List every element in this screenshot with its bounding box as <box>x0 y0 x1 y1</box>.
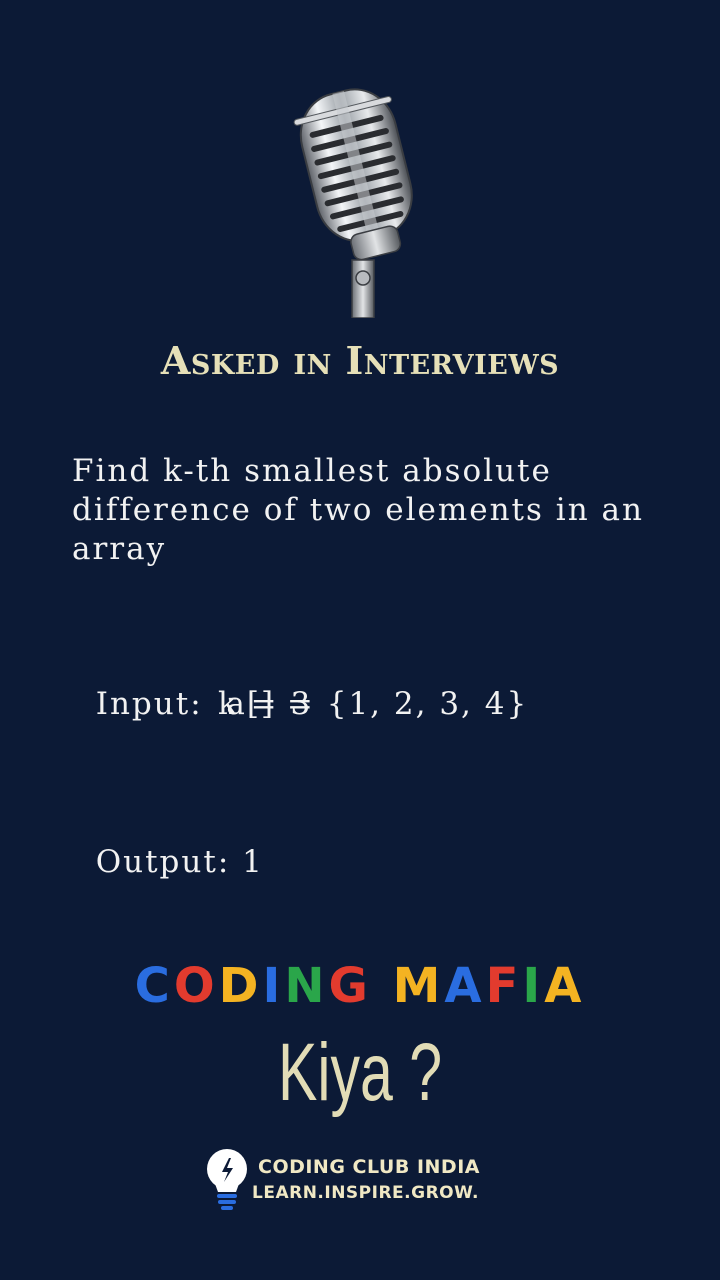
brand-letter: F <box>485 958 523 1014</box>
output-value: 1 <box>242 844 264 880</box>
brand-letter: A <box>544 958 586 1014</box>
brand-letter: A <box>444 958 486 1014</box>
input-k: k = 3 <box>218 686 313 722</box>
club-name: CODING CLUB INDIA <box>258 1156 480 1178</box>
lightbulb-icon <box>207 1149 247 1210</box>
brand-title: CODING MAFIA <box>0 958 720 1014</box>
brand-letter: C <box>134 958 174 1014</box>
input-label: Input: <box>95 686 203 722</box>
output-label: Output: <box>95 844 231 880</box>
question-text: Find k-th smallest absolute difference o… <box>72 453 644 567</box>
brand-letter: I <box>522 958 545 1014</box>
brand-letter: N <box>284 958 329 1014</box>
brand-letter: G <box>328 958 372 1014</box>
brand-letter: I <box>262 958 285 1014</box>
brand-letter: D <box>218 958 263 1014</box>
club-logo: CODING CLUB INDIA LEARN.INSPIRE.GROW. <box>204 1148 524 1210</box>
club-motto: LEARN.INSPIRE.GROW. <box>252 1183 479 1203</box>
tagline: Kiya ? <box>277 1027 443 1118</box>
brand-letter <box>372 958 393 1014</box>
page-heading: Asked in Interviews <box>160 338 560 383</box>
brand-letter: M <box>392 958 445 1014</box>
output-block: Output: 1 <box>72 804 264 882</box>
brand-letter: O <box>173 958 219 1014</box>
microphone-icon <box>293 88 413 318</box>
